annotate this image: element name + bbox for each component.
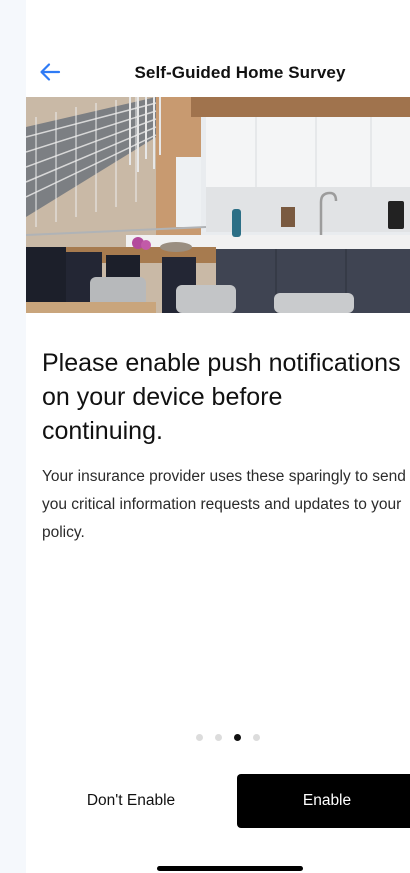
headline: Please enable push notifications on your… — [42, 349, 401, 445]
page-dot-1 — [196, 734, 203, 741]
hero-image-kitchen — [26, 97, 410, 313]
page-dot-2 — [215, 734, 222, 741]
description-text: Your insurance provider uses these spari… — [42, 468, 406, 541]
page-dot-3-active — [234, 734, 241, 741]
home-indicator — [157, 866, 303, 871]
onboarding-screen: Self-Guided Home Survey Please enable pu… — [26, 0, 410, 873]
back-button[interactable] — [36, 60, 64, 88]
page-dot-4 — [253, 734, 260, 741]
page-indicator — [196, 734, 260, 741]
top-nav-bar: Self-Guided Home Survey — [26, 54, 410, 94]
page-title: Self-Guided Home Survey — [134, 63, 346, 82]
enable-button[interactable]: Enable — [237, 774, 410, 828]
dont-enable-button[interactable]: Don't Enable — [46, 775, 216, 827]
arrow-left-icon — [39, 61, 61, 88]
